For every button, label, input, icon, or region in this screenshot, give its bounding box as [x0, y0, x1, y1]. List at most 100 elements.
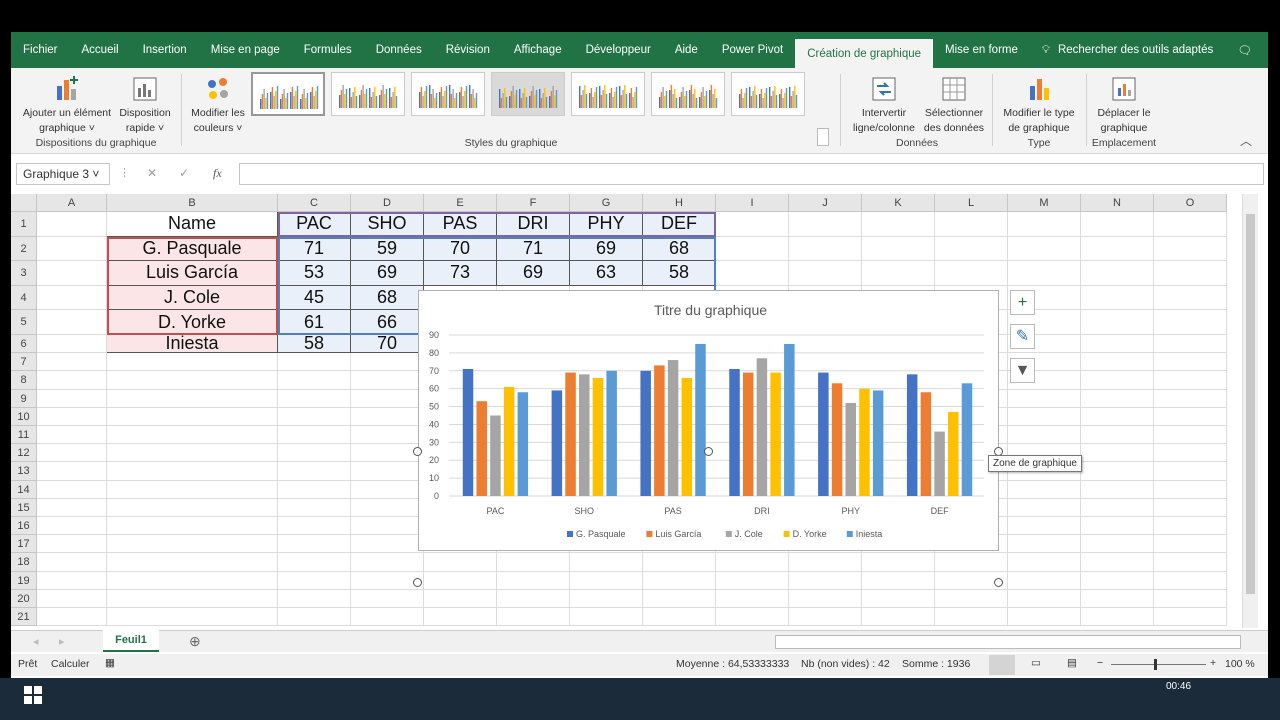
cell[interactable] — [107, 571, 278, 590]
cell[interactable] — [37, 462, 107, 481]
cell[interactable] — [351, 589, 424, 608]
column-header-G[interactable]: G — [570, 194, 643, 212]
data-cell[interactable]: 58 — [278, 333, 351, 354]
cell[interactable] — [1081, 389, 1154, 408]
cell[interactable] — [1081, 589, 1154, 608]
row-header-13[interactable]: 13 — [11, 462, 37, 481]
name-box[interactable]: Graphique 3 ˅ — [16, 163, 110, 185]
cell[interactable] — [278, 353, 351, 372]
cell[interactable] — [278, 407, 351, 426]
cell[interactable] — [935, 261, 1008, 286]
cell[interactable] — [935, 236, 1008, 262]
cell[interactable] — [643, 571, 716, 590]
cell[interactable] — [789, 571, 862, 590]
cell[interactable] — [424, 553, 497, 572]
cell[interactable] — [1154, 426, 1227, 445]
column-header-J[interactable]: J — [789, 194, 862, 212]
row-header-9[interactable]: 9 — [11, 389, 37, 408]
windows-start-icon[interactable] — [24, 686, 42, 704]
ribbon-tab-2[interactable]: Insertion — [131, 32, 199, 68]
ribbon-tab-6[interactable]: Révision — [434, 32, 502, 68]
cell[interactable] — [1008, 608, 1081, 627]
cell[interactable] — [37, 517, 107, 536]
cell[interactable] — [1154, 517, 1227, 536]
row-header-5[interactable]: 5 — [11, 310, 37, 335]
cell[interactable] — [1154, 571, 1227, 590]
cell[interactable] — [1154, 462, 1227, 481]
scroll-thumb[interactable] — [1246, 214, 1255, 594]
cell[interactable] — [1081, 353, 1154, 372]
row-header-15[interactable]: 15 — [11, 498, 37, 517]
cell[interactable] — [570, 589, 643, 608]
resize-handle[interactable] — [413, 577, 422, 587]
cell[interactable] — [278, 498, 351, 517]
cell[interactable] — [1154, 353, 1227, 372]
cell[interactable] — [1154, 212, 1227, 237]
cell[interactable] — [278, 589, 351, 608]
move-chart-button[interactable]: Déplacer le graphique — [1091, 74, 1157, 136]
row-header-2[interactable]: 2 — [11, 236, 37, 262]
cell[interactable] — [107, 480, 278, 499]
cell[interactable] — [1008, 236, 1081, 262]
cell[interactable] — [351, 553, 424, 572]
row-header-8[interactable]: 8 — [11, 371, 37, 390]
row-header-6[interactable]: 6 — [11, 335, 37, 354]
cell[interactable] — [1154, 236, 1227, 262]
cell[interactable] — [1081, 407, 1154, 426]
data-cell[interactable]: SHO — [351, 212, 424, 237]
data-cell[interactable]: 71 — [278, 236, 351, 262]
zoom-in-button[interactable]: + — [1210, 657, 1216, 669]
search-tools[interactable]: 💡︎ Rechercher des outils adaptés — [1030, 32, 1225, 68]
ribbon-tab-11[interactable]: Création de graphique — [795, 39, 934, 68]
cell[interactable] — [1081, 261, 1154, 286]
row-header-3[interactable]: 3 — [11, 261, 37, 286]
cell[interactable] — [37, 571, 107, 590]
cell[interactable] — [107, 553, 278, 572]
ribbon-tab-7[interactable]: Affichage — [502, 32, 574, 68]
cell[interactable] — [1154, 371, 1227, 390]
data-cell[interactable]: PHY — [570, 212, 643, 237]
cell[interactable] — [278, 535, 351, 554]
column-header-I[interactable]: I — [716, 194, 789, 212]
cell[interactable] — [1008, 517, 1081, 536]
cell[interactable] — [37, 480, 107, 499]
column-header-N[interactable]: N — [1081, 194, 1154, 212]
ribbon-tab-8[interactable]: Développeur — [574, 32, 663, 68]
chart-styles-brush-icon[interactable]: ✎ — [1010, 324, 1035, 349]
confirm-icon[interactable]: ✓ — [179, 166, 189, 180]
cell[interactable] — [37, 389, 107, 408]
cell[interactable] — [1081, 371, 1154, 390]
cell[interactable] — [424, 571, 497, 590]
cell[interactable] — [351, 389, 424, 408]
switch-row-column-button[interactable]: Intervertir ligne/colonne — [847, 74, 921, 136]
cell[interactable] — [497, 553, 570, 572]
cell[interactable] — [107, 498, 278, 517]
cell[interactable] — [1154, 553, 1227, 572]
ribbon-tab-1[interactable]: Accueil — [70, 32, 131, 68]
data-cell[interactable]: DRI — [497, 212, 570, 237]
zoom-level[interactable]: 100 % — [1225, 658, 1255, 670]
cell[interactable] — [1081, 462, 1154, 481]
chart-style-thumb-3[interactable] — [411, 72, 485, 116]
ribbon-tab-0[interactable]: Fichier — [11, 32, 70, 68]
cell[interactable] — [351, 353, 424, 372]
data-cell[interactable]: 58 — [643, 261, 716, 286]
cell[interactable] — [107, 444, 278, 463]
chart-style-thumb-4[interactable] — [491, 72, 565, 116]
cell[interactable] — [1081, 310, 1154, 335]
cell[interactable] — [1081, 571, 1154, 590]
data-cell[interactable]: 69 — [351, 261, 424, 286]
cell[interactable] — [935, 212, 1008, 237]
formula-input[interactable] — [239, 163, 1264, 185]
cell[interactable] — [1008, 553, 1081, 572]
cell[interactable] — [37, 285, 107, 311]
column-header-H[interactable]: H — [643, 194, 716, 212]
ribbon-tab-4[interactable]: Formules — [292, 32, 364, 68]
cell[interactable] — [1154, 589, 1227, 608]
cell[interactable] — [37, 498, 107, 517]
data-cell[interactable]: 69 — [497, 261, 570, 286]
cell[interactable] — [789, 589, 862, 608]
data-cell[interactable]: D. Yorke — [107, 310, 278, 335]
cell[interactable] — [643, 589, 716, 608]
cell[interactable] — [1008, 212, 1081, 237]
